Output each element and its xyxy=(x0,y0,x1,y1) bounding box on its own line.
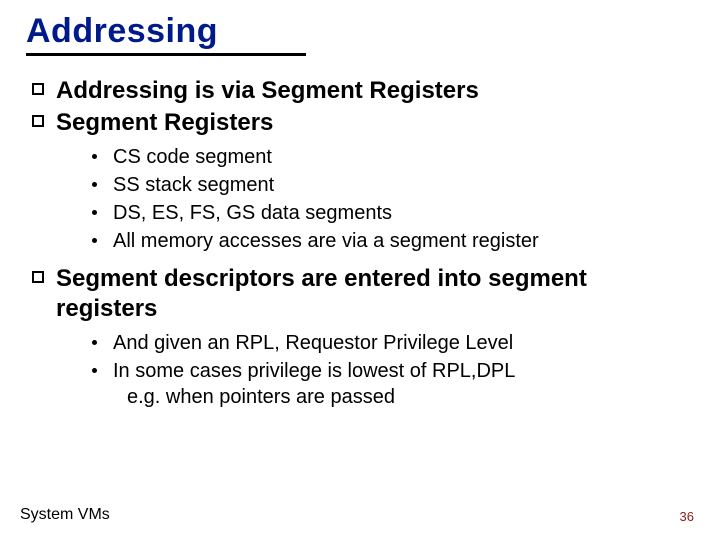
square-bullet-icon xyxy=(32,115,44,127)
dot-bullet-icon xyxy=(92,154,97,159)
list-item-text: Segment descriptors are entered into seg… xyxy=(56,264,694,324)
list-item: Segment Registers xyxy=(26,108,694,138)
dot-bullet-icon xyxy=(92,210,97,215)
sub-list-item: And given an RPL, Requestor Privilege Le… xyxy=(92,330,694,356)
dot-bullet-icon xyxy=(92,238,97,243)
sub-list: And given an RPL, Requestor Privilege Le… xyxy=(26,330,694,410)
sub-list-text: All memory accesses are via a segment re… xyxy=(113,228,539,254)
slide-title: Addressing xyxy=(26,12,694,51)
sub-list-item: All memory accesses are via a segment re… xyxy=(92,228,694,254)
sub-list-item: SS stack segment xyxy=(92,172,694,198)
list-item-text: Addressing is via Segment Registers xyxy=(56,76,479,106)
sub-list-item: CS code segment xyxy=(92,144,694,170)
title-underline xyxy=(26,53,306,56)
sub-list-text: CS code segment xyxy=(113,144,272,170)
list-item: Addressing is via Segment Registers xyxy=(26,76,694,106)
slide: Addressing Addressing is via Segment Reg… xyxy=(0,0,720,540)
sub-list-line: In some cases privilege is lowest of RPL… xyxy=(113,360,515,382)
dot-bullet-icon xyxy=(92,182,97,187)
dot-bullet-icon xyxy=(92,340,97,345)
sub-list-text: And given an RPL, Requestor Privilege Le… xyxy=(113,330,513,356)
footer-left: System VMs xyxy=(20,506,110,524)
bullet-list: Addressing is via Segment Registers Segm… xyxy=(26,76,694,410)
sub-list-text: In some cases privilege is lowest of RPL… xyxy=(113,358,515,410)
page-number: 36 xyxy=(680,509,694,524)
sub-list-item: DS, ES, FS, GS data segments xyxy=(92,200,694,226)
sub-list: CS code segment SS stack segment DS, ES,… xyxy=(26,144,694,254)
list-item-text: Segment Registers xyxy=(56,108,273,138)
sub-list-text: SS stack segment xyxy=(113,172,274,198)
square-bullet-icon xyxy=(32,83,44,95)
sub-list-item: In some cases privilege is lowest of RPL… xyxy=(92,358,694,410)
dot-bullet-icon xyxy=(92,368,97,373)
square-bullet-icon xyxy=(32,271,44,283)
sub-list-extra-line: e.g. when pointers are passed xyxy=(113,384,515,410)
list-item: Segment descriptors are entered into seg… xyxy=(26,264,694,324)
sub-list-text: DS, ES, FS, GS data segments xyxy=(113,200,392,226)
